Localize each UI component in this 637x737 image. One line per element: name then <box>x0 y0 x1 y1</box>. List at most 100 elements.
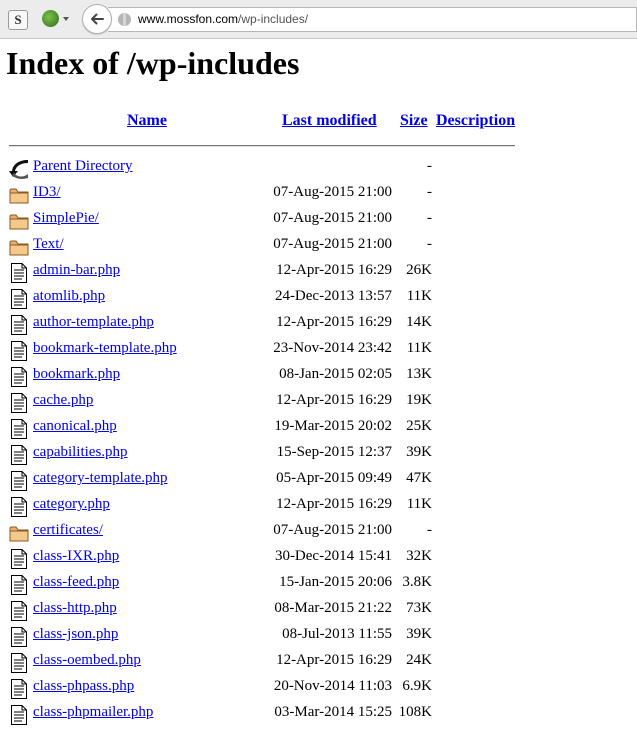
extension-button[interactable]: S <box>8 10 28 30</box>
file-link[interactable]: canonical.php <box>33 418 117 435</box>
url-bar[interactable]: www.mossfon.com/wp-includes/ <box>108 7 637 32</box>
last-modified: 07-Aug-2015 21:00 <box>273 184 392 200</box>
file-link[interactable]: cache.php <box>33 392 93 409</box>
file-link[interactable]: Parent Directory <box>33 158 133 175</box>
file-link[interactable]: ID3/ <box>33 184 61 201</box>
sort-by-size-link[interactable]: Size <box>400 112 428 130</box>
file-link[interactable]: class-http.php <box>33 600 117 617</box>
file-link[interactable]: class-json.php <box>33 626 118 643</box>
file-icon <box>9 262 29 284</box>
file-size: 39K <box>406 626 432 642</box>
last-modified: 20-Nov-2014 11:03 <box>273 678 392 694</box>
list-item: Parent Directory - <box>0 156 637 182</box>
file-link[interactable]: class-phpmailer.php <box>33 704 153 721</box>
list-item: class-feed.php 15-Jan-2015 20:06 3.8K <box>0 572 637 598</box>
file-icon <box>9 444 29 466</box>
file-icon <box>9 496 29 518</box>
folder-icon <box>9 236 29 258</box>
browser-toolbar: S www.mossfon.com/wp-includes/ <box>0 0 637 39</box>
file-link[interactable]: category.php <box>33 496 110 513</box>
last-modified: 12-Apr-2015 16:29 <box>276 392 392 408</box>
file-size: 73K <box>406 600 432 616</box>
file-size: - <box>427 210 432 226</box>
file-icon <box>9 418 29 440</box>
list-item: category.php 12-Apr-2015 16:29 11K <box>0 494 637 520</box>
file-icon <box>9 366 29 388</box>
sort-by-description-link[interactable]: Description <box>436 112 515 130</box>
file-link[interactable]: certificates/ <box>33 522 103 539</box>
file-size: - <box>427 522 432 538</box>
file-link[interactable]: capabilities.php <box>33 444 128 461</box>
sort-by-name-link[interactable]: Name <box>127 112 167 130</box>
back-icon <box>9 158 29 180</box>
file-icon <box>9 340 29 362</box>
last-modified: 12-Apr-2015 16:29 <box>276 262 392 278</box>
back-arrow-icon <box>91 13 104 25</box>
back-button[interactable] <box>82 4 112 34</box>
file-link[interactable]: SimplePie/ <box>33 210 99 227</box>
sort-by-modified-link[interactable]: Last modified <box>282 112 377 130</box>
list-item: category-template.php 05-Apr-2015 09:49 47… <box>0 468 637 494</box>
file-icon <box>9 704 29 726</box>
file-link[interactable]: author-template.php <box>33 314 154 331</box>
list-item: class-http.php 08-Mar-2015 21:22 73K <box>0 598 637 624</box>
addon-menu-button[interactable] <box>42 9 70 29</box>
last-modified: 12-Apr-2015 16:29 <box>276 314 392 330</box>
file-link[interactable]: Text/ <box>33 236 64 253</box>
header-divider <box>9 145 515 147</box>
url-text: www.mossfon.com/wp-includes/ <box>138 12 308 26</box>
file-size: 32K <box>406 548 432 564</box>
file-link[interactable]: class-feed.php <box>33 574 119 591</box>
file-icon <box>9 470 29 492</box>
file-link[interactable]: class-oembed.php <box>33 652 141 669</box>
file-size: 108K <box>398 704 432 720</box>
file-size: 47K <box>406 470 432 486</box>
folder-icon <box>9 522 29 544</box>
last-modified: 23-Nov-2014 23:42 <box>273 340 392 356</box>
file-icon <box>9 678 29 700</box>
list-item: class-phpass.php 20-Nov-2014 11:03 6.9K <box>0 676 637 702</box>
folder-icon <box>9 210 29 232</box>
file-size: 24K <box>406 652 432 668</box>
file-link[interactable]: class-phpass.php <box>33 678 134 695</box>
file-size: 11K <box>406 496 432 512</box>
list-item: class-json.php 08-Jul-2013 11:55 39K <box>0 624 637 650</box>
list-item: bookmark-template.php 23-Nov-2014 23:42 11… <box>0 338 637 364</box>
file-size: 39K <box>406 444 432 460</box>
file-link[interactable]: class-IXR.php <box>33 548 119 565</box>
last-modified: 05-Apr-2015 09:49 <box>276 470 392 486</box>
last-modified: 30-Dec-2014 15:41 <box>274 548 392 564</box>
file-icon <box>9 548 29 570</box>
list-item: canonical.php 19-Mar-2015 20:02 25K <box>0 416 637 442</box>
addon-icon <box>42 10 59 27</box>
last-modified: 19-Mar-2015 20:02 <box>274 418 392 434</box>
file-icon <box>9 626 29 648</box>
last-modified: 07-Aug-2015 21:00 <box>273 522 392 538</box>
list-item: cache.php 12-Apr-2015 16:29 19K <box>0 390 637 416</box>
file-link[interactable]: bookmark-template.php <box>33 340 177 357</box>
list-item: author-template.php 12-Apr-2015 16:29 14K <box>0 312 637 338</box>
extension-letter: S <box>14 12 22 27</box>
file-size: 25K <box>406 418 432 434</box>
dropdown-arrow-icon <box>63 17 69 21</box>
file-size: - <box>427 158 432 174</box>
file-size: 19K <box>406 392 432 408</box>
file-link[interactable]: atomlib.php <box>33 288 105 305</box>
file-link[interactable]: bookmark.php <box>33 366 120 383</box>
url-host: www.mossfon.com <box>138 12 239 26</box>
list-item: class-phpmailer.php 03-Mar-2014 15:25 108K <box>0 702 637 728</box>
file-size: 6.9K <box>402 678 432 694</box>
file-link[interactable]: admin-bar.php <box>33 262 120 279</box>
list-item: capabilities.php 15-Sep-2015 12:37 39K <box>0 442 637 468</box>
list-item: class-oembed.php 12-Apr-2015 16:29 24K <box>0 650 637 676</box>
list-item: class-IXR.php 30-Dec-2014 15:41 32K <box>0 546 637 572</box>
file-size: 26K <box>406 262 432 278</box>
file-link[interactable]: category-template.php <box>33 470 168 487</box>
file-size: 3.8K <box>402 574 432 590</box>
list-item: admin-bar.php 12-Apr-2015 16:29 26K <box>0 260 637 286</box>
last-modified: 24-Dec-2013 13:57 <box>274 288 392 304</box>
file-size: - <box>427 236 432 252</box>
globe-icon <box>118 13 131 26</box>
file-size: 11K <box>406 340 432 356</box>
list-item: Text/07-Aug-2015 21:00 - <box>0 234 637 260</box>
